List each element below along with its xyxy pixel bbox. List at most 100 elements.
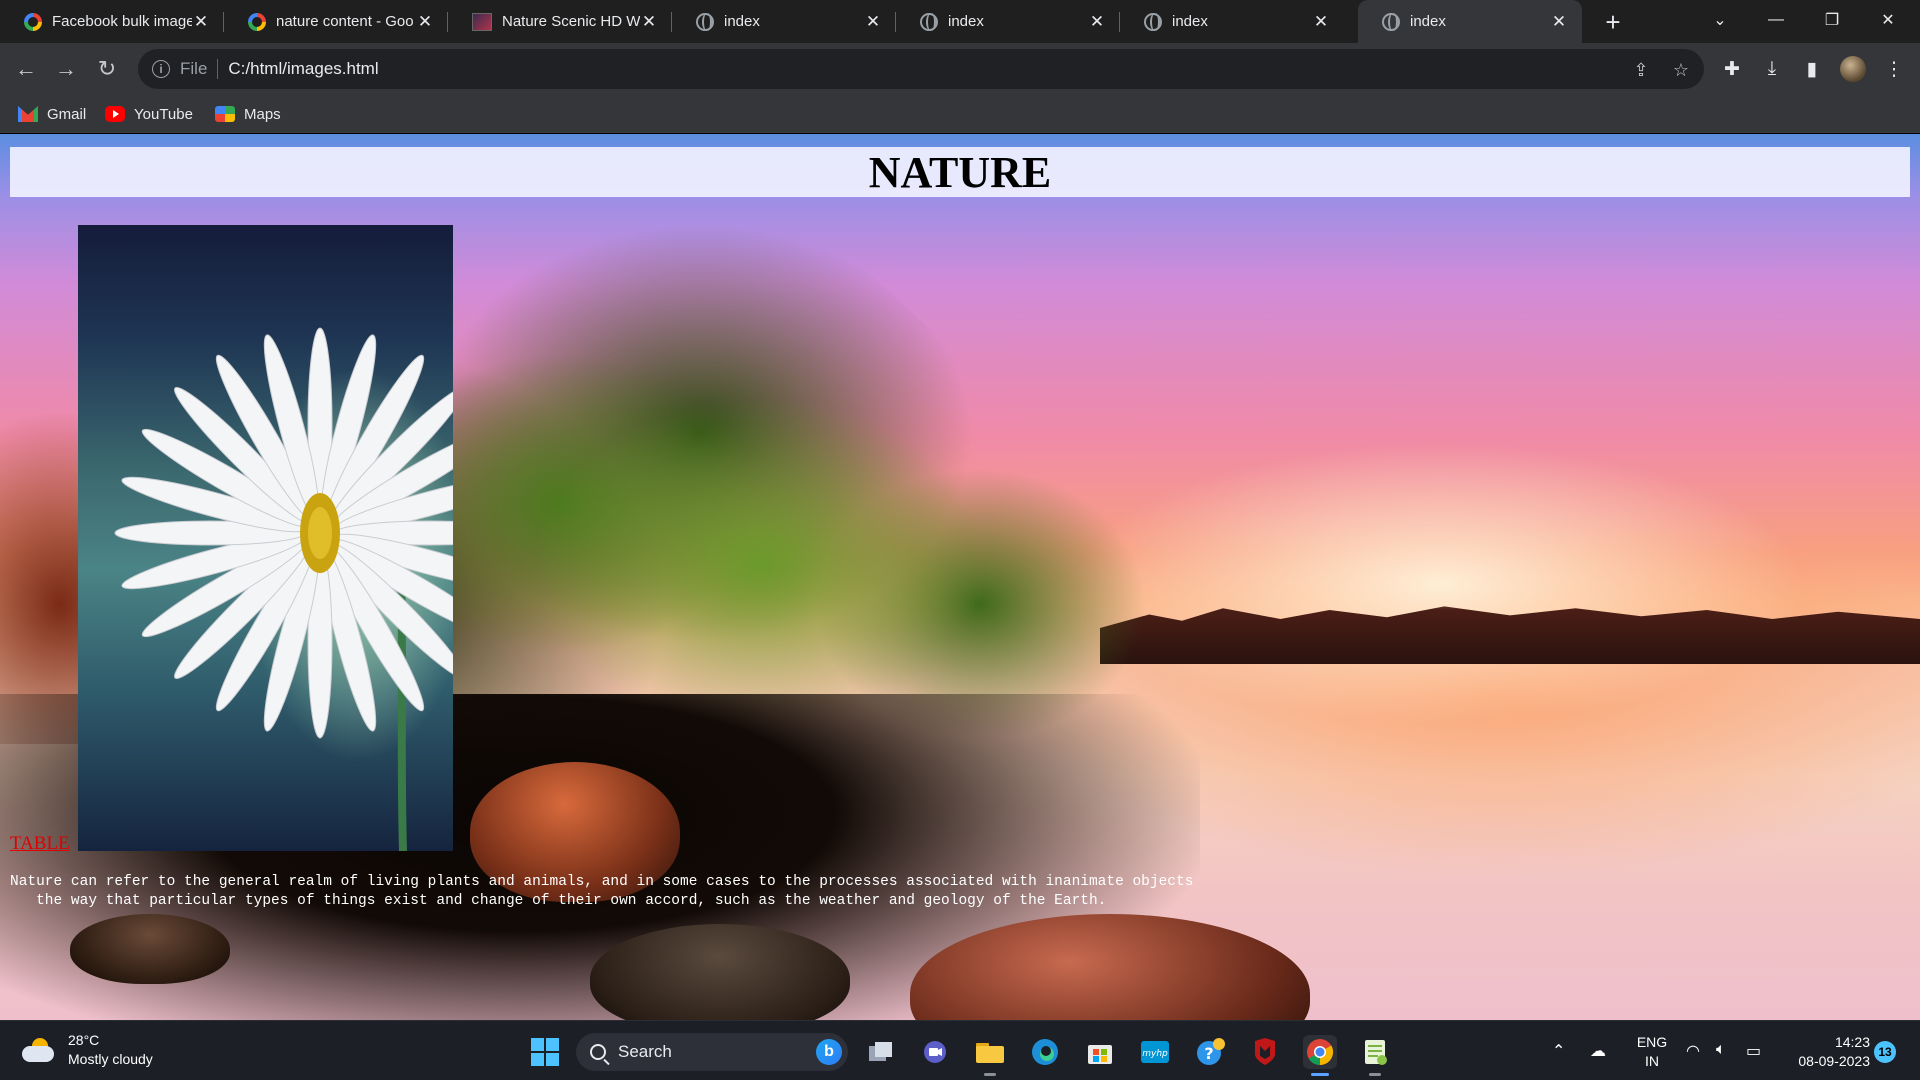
daisy-illustration — [114, 327, 453, 851]
new-tab-button[interactable]: + — [1598, 7, 1628, 37]
close-icon[interactable]: ✕ — [1312, 12, 1330, 31]
close-icon[interactable]: ✕ — [864, 12, 882, 31]
clock-time: 14:23 — [1834, 1034, 1870, 1050]
chat-icon — [924, 1041, 946, 1063]
side-panel-icon[interactable]: ▮ — [1798, 55, 1826, 83]
reload-button[interactable]: ↻ — [91, 53, 123, 85]
back-button[interactable]: ← — [10, 53, 42, 85]
file-explorer-button[interactable] — [973, 1035, 1007, 1076]
browser-tab[interactable]: index ✕ — [1120, 0, 1344, 43]
globe-icon — [1382, 12, 1400, 31]
download-icon[interactable]: ⤓ — [1758, 55, 1786, 83]
running-indicator — [1369, 1073, 1381, 1076]
bookmarks-bar: Gmail YouTube Maps — [0, 95, 1920, 133]
browser-tab[interactable]: index ✕ — [672, 0, 896, 43]
mcafee-shield-icon — [1255, 1038, 1275, 1065]
browser-tab-active[interactable]: index ✕ — [1358, 0, 1582, 43]
share-icon[interactable]: ⇪ — [1630, 59, 1652, 81]
browser-toolbar: ← → ↻ i File C:/html/images.html ⇪ ☆ ✚ ⤓… — [0, 43, 1920, 95]
close-window-button[interactable]: ✕ — [1860, 0, 1916, 40]
address-bar[interactable]: i File C:/html/images.html ⇪ ☆ — [138, 49, 1704, 89]
windows-taskbar: 28°C Mostly cloudy Search b myhp ? ⌃ ☁ E… — [0, 1020, 1920, 1080]
running-indicator — [984, 1073, 996, 1076]
edge-icon — [1032, 1039, 1058, 1065]
browser-tab[interactable]: nature content - Goo ✕ — [224, 0, 448, 43]
address-url[interactable]: C:/html/images.html — [228, 59, 378, 79]
get-help-button[interactable]: ? — [1193, 1035, 1227, 1069]
close-icon[interactable]: ✕ — [1550, 12, 1568, 31]
bookmark-maps[interactable]: Maps — [215, 103, 281, 125]
minimize-button[interactable]: — — [1748, 0, 1804, 40]
partly-cloudy-icon — [22, 1038, 56, 1062]
onedrive-icon[interactable]: ☁ — [1590, 1041, 1606, 1061]
windows-logo-icon — [531, 1038, 559, 1066]
chrome-button[interactable] — [1303, 1035, 1337, 1076]
weather-temp: 28°C — [68, 1032, 100, 1048]
running-indicator — [1311, 1073, 1329, 1076]
tab-search-button[interactable]: ⌄ — [1692, 0, 1748, 40]
browser-tab[interactable]: Nature Scenic HD Wa ✕ — [448, 0, 672, 43]
edge-button[interactable] — [1028, 1035, 1062, 1069]
myhp-button[interactable]: myhp — [1138, 1035, 1172, 1069]
weather-condition: Mostly cloudy — [68, 1051, 153, 1067]
microsoft-store-button[interactable] — [1083, 1035, 1117, 1069]
language-line2: IN — [1645, 1053, 1659, 1069]
svg-text:myhp: myhp — [1142, 1049, 1168, 1059]
table-link[interactable]: TABLE — [10, 833, 70, 855]
tab-strip: Facebook bulk image ✕ nature content - G… — [0, 0, 1920, 43]
profile-avatar[interactable] — [1840, 56, 1866, 82]
bookmark-gmail[interactable]: Gmail — [18, 103, 86, 125]
wifi-icon[interactable]: ◠ — [1686, 1041, 1700, 1061]
bookmark-label: YouTube — [134, 105, 193, 123]
extensions-icon[interactable]: ✚ — [1718, 55, 1746, 83]
address-scheme: File — [180, 59, 219, 79]
tab-title: index — [1410, 13, 1446, 30]
bing-icon[interactable]: b — [816, 1039, 842, 1065]
myhp-icon: myhp — [1141, 1041, 1169, 1063]
language-line1: ENG — [1636, 1034, 1668, 1050]
globe-icon — [1144, 12, 1162, 31]
volume-icon[interactable]: 🔈︎ — [1716, 1041, 1726, 1059]
clock-date: 08-09-2023 — [1798, 1053, 1870, 1069]
browser-tab[interactable]: index ✕ — [896, 0, 1120, 43]
bookmark-label: Maps — [244, 105, 281, 123]
nature-description: Nature can refer to the general realm of… — [10, 873, 1310, 911]
start-button[interactable] — [528, 1035, 562, 1069]
show-hidden-icons-button[interactable]: ⌃ — [1552, 1041, 1565, 1061]
task-view-button[interactable] — [864, 1035, 898, 1069]
page-heading-band: NATURE — [10, 147, 1910, 197]
notification-badge[interactable]: 13 — [1874, 1041, 1896, 1063]
close-icon[interactable]: ✕ — [192, 12, 210, 31]
close-icon[interactable]: ✕ — [1088, 12, 1106, 31]
bookmark-star-icon[interactable]: ☆ — [1670, 59, 1692, 81]
weather-widget[interactable]: 28°C Mostly cloudy — [22, 1031, 153, 1069]
taskbar-search[interactable]: Search b — [576, 1033, 848, 1071]
close-icon[interactable]: ✕ — [640, 12, 658, 31]
clock[interactable]: 14:23 08-09-2023 — [1782, 1033, 1870, 1071]
tab-title: index — [724, 13, 760, 30]
tab-title: index — [1172, 13, 1208, 30]
bookmark-youtube[interactable]: YouTube — [105, 103, 193, 125]
notepad-plus-plus-icon — [1365, 1040, 1387, 1065]
tab-title: Facebook bulk image — [52, 13, 192, 30]
battery-icon[interactable]: ▭ — [1746, 1041, 1761, 1061]
language-indicator[interactable]: ENG IN — [1632, 1033, 1672, 1071]
description-line: the way that particular types of things … — [10, 893, 1107, 909]
menu-icon[interactable]: ⋮ — [1880, 55, 1908, 83]
svg-text:?: ? — [1204, 1044, 1213, 1063]
tab-title: Nature Scenic HD Wa — [502, 13, 640, 30]
chrome-icon — [1307, 1039, 1334, 1066]
browser-tab[interactable]: Facebook bulk image ✕ — [0, 0, 224, 43]
help-icon: ? — [1197, 1038, 1225, 1065]
teams-chat-button[interactable] — [918, 1035, 952, 1069]
restore-button[interactable]: ❐ — [1804, 0, 1860, 40]
globe-icon — [920, 12, 938, 31]
google-icon — [24, 12, 42, 31]
mcafee-button[interactable] — [1248, 1035, 1282, 1069]
info-icon[interactable]: i — [152, 60, 170, 78]
close-icon[interactable]: ✕ — [416, 12, 434, 31]
forward-button[interactable]: → — [50, 53, 82, 85]
notepadpp-button[interactable] — [1358, 1035, 1392, 1076]
globe-icon — [696, 12, 714, 31]
youtube-icon — [105, 106, 125, 122]
